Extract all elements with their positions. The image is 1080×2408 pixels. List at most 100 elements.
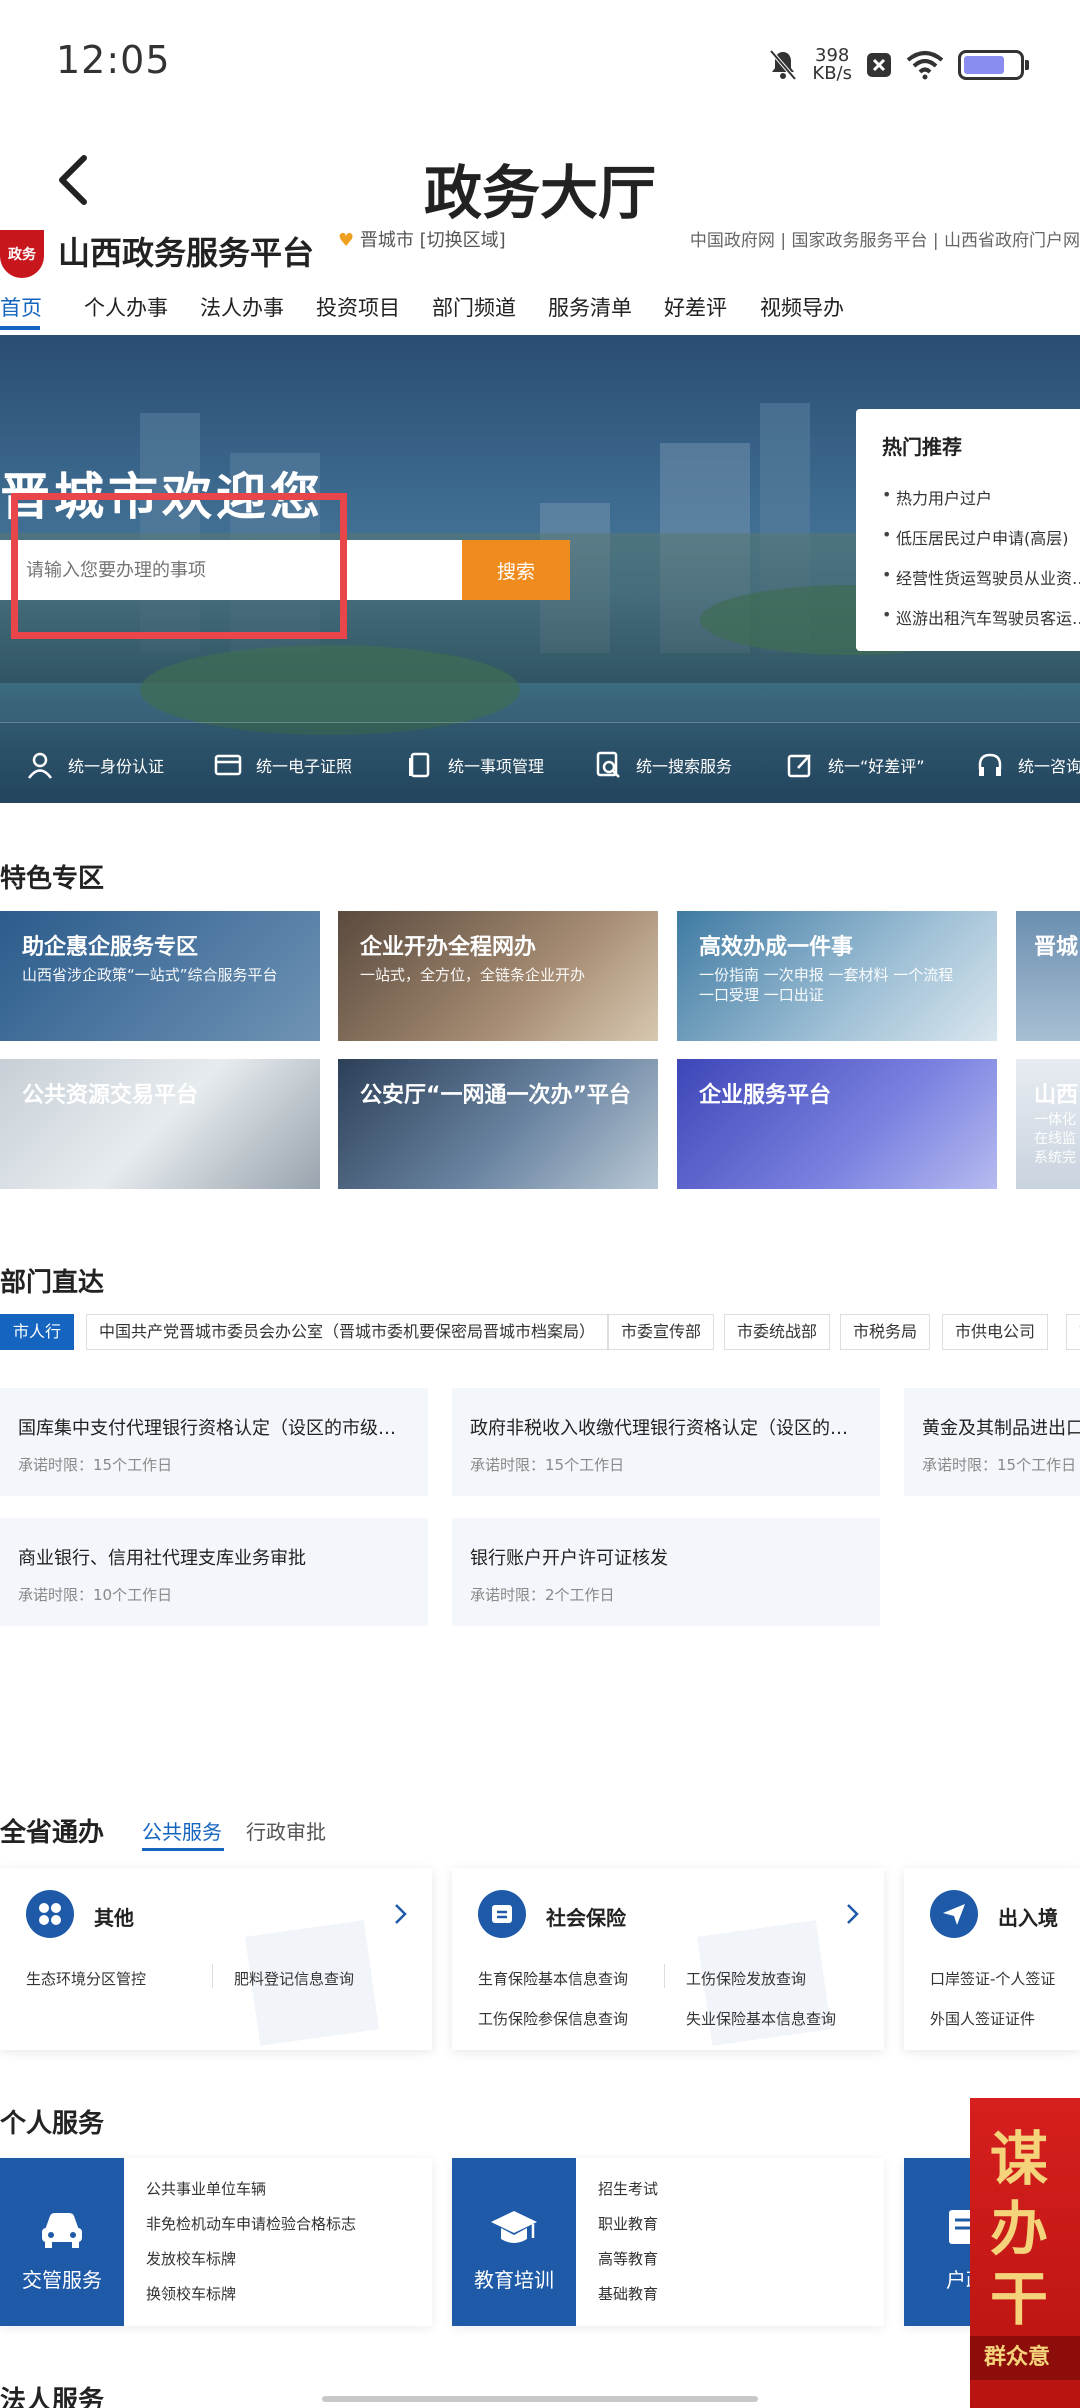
nav-investment[interactable]: 投资项目 bbox=[316, 292, 400, 322]
dept-item-card[interactable]: 商业银行、信用社代理支库业务审批 承诺时限：10个工作日 bbox=[0, 1518, 428, 1626]
feature-card[interactable]: 晋城 bbox=[1016, 911, 1080, 1041]
tab-admin-approval[interactable]: 行政审批 bbox=[246, 1816, 326, 1845]
site-logo[interactable]: 政务 bbox=[0, 230, 44, 278]
feature-card[interactable]: 助企惠企服务专区 山西省涉企政策“一站式”综合服务平台 bbox=[0, 911, 320, 1041]
ad-strip-text: 群众意 bbox=[970, 2336, 1080, 2380]
personal-service-link[interactable]: 公共事业单位车辆 bbox=[146, 2178, 266, 2199]
province-card[interactable]: 其他 生态环境分区管控 肥料登记信息查询 bbox=[0, 1868, 432, 2050]
hot-item[interactable]: 经营性货运驾驶员从业资… bbox=[882, 565, 1080, 589]
personal-service-link[interactable]: 高等教育 bbox=[598, 2248, 658, 2269]
battery-icon bbox=[958, 50, 1029, 80]
net-speed: 398 KB/s bbox=[812, 47, 852, 83]
province-link[interactable]: 肥料登记信息查询 bbox=[234, 1968, 354, 1989]
bell-off-icon bbox=[769, 49, 797, 81]
personal-service-category[interactable]: 交管服务 bbox=[0, 2158, 124, 2326]
dept-tag[interactable]: 中国共产党晋城市委员会办公室（晋城市委机要保密局晋城市档案局） bbox=[86, 1314, 609, 1350]
feature-card[interactable]: 公共资源交易平台 bbox=[0, 1059, 320, 1189]
dept-tag[interactable]: 市税务局 bbox=[840, 1314, 931, 1350]
province-link[interactable]: 工伤保险发放查询 bbox=[686, 1968, 806, 1989]
dept-tag[interactable]: 市委宣传部 bbox=[608, 1314, 715, 1350]
province-card[interactable]: 出入境 口岸签证-个人签证 外国人签证证件 bbox=[904, 1868, 1080, 2050]
dept-item-card[interactable]: 黄金及其制品进出口 承诺时限：15个工作日 bbox=[904, 1388, 1080, 1496]
svc-consult[interactable]: 统一咨询 bbox=[976, 751, 1080, 779]
personal-service-link[interactable]: 职业教育 bbox=[598, 2213, 658, 2234]
personal-service-card[interactable]: 交管服务 公共事业单位车辆 非免检机动车申请检验合格标志 发放校车标牌 换领校车… bbox=[0, 2158, 432, 2326]
hot-item[interactable]: 巡游出租汽车驾驶员客运… bbox=[882, 605, 1080, 629]
feature-card-title: 高效办成一件事 bbox=[699, 935, 854, 960]
province-link[interactable]: 失业保险基本信息查询 bbox=[686, 2008, 836, 2029]
svc-search[interactable]: 统一搜索服务 bbox=[594, 751, 732, 779]
tab-public-service[interactable]: 公共服务 bbox=[142, 1816, 222, 1845]
feature-card[interactable]: 高效办成一件事 一份指南 一次申报 一套材料 一个流程 一口受理 一口出证 bbox=[677, 911, 997, 1041]
feature-card-title: 晋城 bbox=[1034, 935, 1079, 960]
province-link[interactable]: 生育保险基本信息查询 bbox=[478, 1968, 628, 1989]
net-speed-unit: KB/s bbox=[812, 63, 852, 84]
annotation-highlight-box bbox=[11, 493, 347, 639]
main-nav: 首页 个人办事 法人办事 投资项目 部门频道 服务清单 好差评 视频导办 bbox=[0, 282, 1080, 332]
nav-video-guide[interactable]: 视频导办 bbox=[760, 292, 844, 322]
nav-legal[interactable]: 法人办事 bbox=[200, 292, 284, 322]
hot-recommend-panel: 热门推荐 热力用户过户 低压居民过户申请(高层) 经营性货运驾驶员从业资… 巡游… bbox=[856, 409, 1080, 651]
switch-region-link[interactable]: [切换区域] bbox=[420, 230, 506, 251]
province-link[interactable]: 口岸签证-个人签证 bbox=[930, 1968, 1055, 1989]
dept-tag[interactable]: 市人行 bbox=[0, 1314, 75, 1350]
feature-card-title: 助企惠企服务专区 bbox=[22, 935, 199, 960]
province-link[interactable]: 工伤保险参保信息查询 bbox=[478, 2008, 628, 2029]
province-card[interactable]: 社会保险 生育保险基本信息查询 工伤保险发放查询 工伤保险参保信息查询 失业保险… bbox=[452, 1868, 884, 2050]
nav-service-list[interactable]: 服务清单 bbox=[548, 292, 632, 322]
chevron-right-icon[interactable] bbox=[390, 1902, 410, 1926]
feature-card-subtitle: 一份指南 一次申报 一套材料 一个流程 一口受理 一口出证 bbox=[699, 966, 954, 1004]
svc-evaluation[interactable]: 统一“好差评” bbox=[786, 751, 925, 779]
city-name: 晋城市 bbox=[359, 230, 414, 251]
nav-active-underline bbox=[0, 326, 40, 330]
divider bbox=[664, 1964, 665, 1988]
personal-service-link[interactable]: 非免检机动车申请检验合格标志 bbox=[146, 2213, 356, 2234]
nav-departments[interactable]: 部门频道 bbox=[432, 292, 516, 322]
feature-card-title: 企业开办全程网办 bbox=[360, 935, 537, 960]
dept-item-time: 承诺时限：15个工作日 bbox=[922, 1456, 1077, 1474]
home-indicator[interactable] bbox=[322, 2396, 758, 2402]
nav-evaluation[interactable]: 好差评 bbox=[664, 292, 727, 322]
province-link[interactable]: 生态环境分区管控 bbox=[26, 1968, 146, 1989]
svc-matters[interactable]: 统一事项管理 bbox=[406, 751, 544, 779]
car-icon bbox=[42, 2213, 82, 2248]
svc-certificate[interactable]: 统一电子证照 bbox=[214, 751, 352, 779]
svc-identity[interactable]: 统一身份认证 bbox=[26, 751, 164, 779]
dept-item-card[interactable]: 银行账户开户许可证核发 承诺时限：2个工作日 bbox=[452, 1518, 880, 1626]
dept-tag[interactable]: 市 bbox=[1066, 1314, 1080, 1350]
status-icons: 398 KB/s bbox=[768, 40, 1029, 90]
personal-service-link[interactable]: 基础教育 bbox=[598, 2283, 658, 2304]
nav-personal[interactable]: 个人办事 bbox=[84, 292, 168, 322]
feature-card[interactable]: 企业服务平台 bbox=[677, 1059, 997, 1189]
hot-item[interactable]: 热力用户过户 bbox=[882, 485, 992, 509]
dept-tag[interactable]: 市委统战部 bbox=[724, 1314, 831, 1350]
screen: 12:05 398 KB/s 政务大厅 政务 山西政务服务平台 ♥ 晋城市 [切… bbox=[0, 0, 1080, 2408]
chevron-right-icon[interactable] bbox=[842, 1902, 862, 1926]
personal-service-category[interactable]: 教育培训 bbox=[452, 2158, 576, 2326]
feature-card[interactable]: 公安厅“一网通一次办”平台 bbox=[338, 1059, 658, 1189]
feature-card-title: 企业服务平台 bbox=[699, 1083, 832, 1108]
nav-home[interactable]: 首页 bbox=[0, 292, 42, 322]
personal-service-link[interactable]: 招生考试 bbox=[598, 2178, 658, 2199]
search-button[interactable]: 搜索 bbox=[462, 540, 570, 600]
feature-card[interactable]: 企业开办全程网办 一站式，全方位，全链条企业开办 bbox=[338, 911, 658, 1041]
feature-card-subtitle: 一站式，全方位，全链条企业开办 bbox=[360, 966, 586, 984]
floating-ad-banner[interactable]: 谋 办 干 群众意 bbox=[970, 2098, 1080, 2408]
personal-service-link[interactable]: 发放校车标牌 bbox=[146, 2248, 236, 2269]
featured-section-title: 特色专区 bbox=[0, 864, 105, 894]
dept-item-card[interactable]: 国库集中支付代理银行资格认定（设区的市级权… 承诺时限：15个工作日 bbox=[0, 1388, 428, 1496]
feature-card[interactable]: 山西 一体化 在线监 系统完 bbox=[1016, 1059, 1080, 1189]
personal-service-card[interactable]: 教育培训 招生考试 职业教育 高等教育 基础教育 bbox=[452, 2158, 884, 2326]
personal-service-link[interactable]: 换领校车标牌 bbox=[146, 2283, 236, 2304]
city-selector[interactable]: ♥ 晋城市 [切换区域] bbox=[338, 226, 506, 252]
province-link[interactable]: 外国人签证证件 bbox=[930, 2008, 1035, 2029]
site-name[interactable]: 山西政务服务平台 bbox=[58, 228, 314, 274]
dept-tag[interactable]: 市供电公司 bbox=[942, 1314, 1049, 1350]
svc-label: 统一搜索服务 bbox=[636, 757, 733, 776]
top-links[interactable]: 中国政府网 | 国家政务服务平台 | 山西省政府门户网 bbox=[690, 226, 1080, 251]
divider bbox=[212, 1964, 213, 1988]
dept-item-card[interactable]: 政府非税收入收缴代理银行资格认定（设区的市… 承诺时限：15个工作日 bbox=[452, 1388, 880, 1496]
feature-card-title: 公共资源交易平台 bbox=[22, 1083, 199, 1108]
province-card-title: 社会保险 bbox=[546, 1906, 626, 1930]
hot-item[interactable]: 低压居民过户申请(高层) bbox=[882, 525, 1068, 549]
